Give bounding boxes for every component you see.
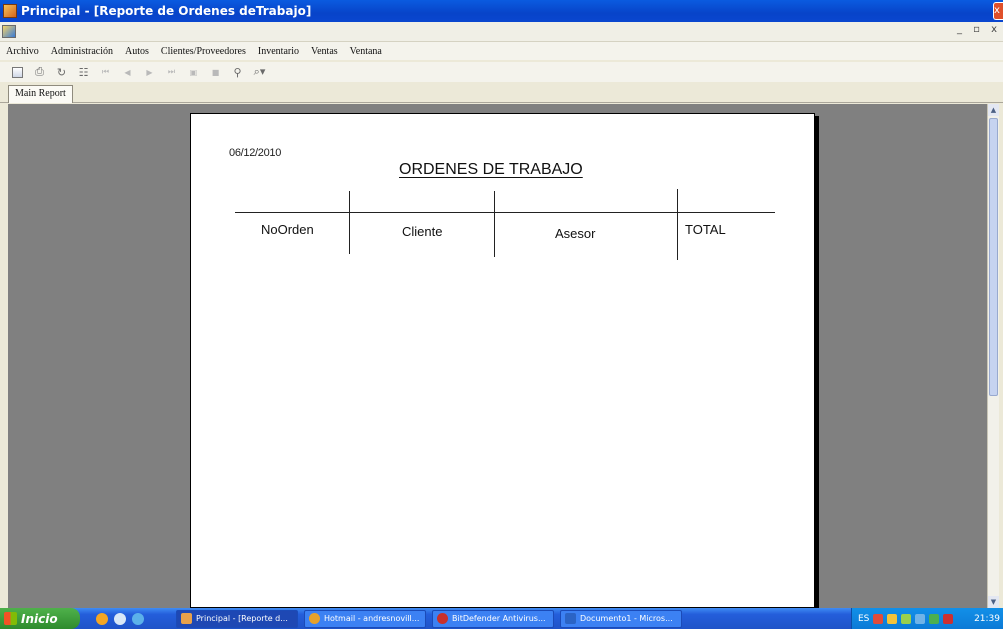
menu-autos[interactable]: Autos <box>125 46 149 57</box>
menu-archivo[interactable]: Archivo <box>6 46 39 57</box>
start-button[interactable]: Inicio <box>0 608 80 629</box>
scroll-thumb[interactable] <box>989 118 998 396</box>
taskbar-item-label: BitDefender Antivirus... <box>452 614 546 623</box>
application-window: Principal - [Reporte de Ordenes deTrabaj… <box>0 0 1003 629</box>
mdi-window-controls[interactable]: _ ▫ x <box>957 24 1001 35</box>
report-viewer[interactable]: 06/12/2010 ORDENES DE TRABAJO NoOrden Cl… <box>8 104 987 608</box>
tray-icon[interactable] <box>887 613 898 624</box>
app-icon <box>181 613 192 624</box>
system-tray: ES 21:39 <box>851 608 1003 629</box>
taskbar-item[interactable]: Hotmail - andresnovill... <box>304 609 426 628</box>
column-divider <box>677 189 678 260</box>
taskbar-item-label: Hotmail - andresnovill... <box>324 614 420 623</box>
taskbar-item[interactable]: Principal - [Reporte d... <box>176 609 298 628</box>
stop-icon[interactable]: ■ <box>207 65 224 80</box>
window-title: Principal - [Reporte de Ordenes deTrabaj… <box>21 4 312 18</box>
group-tree-icon[interactable]: ☷ <box>75 65 92 80</box>
report-title: ORDENES DE TRABAJO <box>399 161 583 178</box>
report-toolbar: ⎙ ↻ ☷ ⏮ ◀ ▶ ⏭ ▣ ■ ⚲ ⌕▾ <box>0 62 1003 82</box>
bitdefender-icon <box>437 613 448 624</box>
taskbar-item[interactable]: BitDefender Antivirus... <box>432 609 554 628</box>
column-header-cliente: Cliente <box>402 224 443 239</box>
column-divider <box>349 191 350 254</box>
header-underline <box>235 212 775 213</box>
search-icon[interactable]: ⚲ <box>229 65 246 80</box>
word-icon <box>565 613 576 624</box>
windows-logo-icon <box>4 612 17 625</box>
menu-ventana[interactable]: Ventana <box>350 46 382 57</box>
column-header-noorden: NoOrden <box>261 222 314 237</box>
scroll-down-icon[interactable]: ▼ <box>988 596 999 608</box>
chrome-icon[interactable] <box>114 612 126 625</box>
last-page-icon[interactable]: ⏭ <box>163 65 180 80</box>
taskbar: Inicio Principal - [Reporte d... Hotmail… <box>0 608 1003 629</box>
menu-ventas[interactable]: Ventas <box>311 46 338 57</box>
mdi-child-bar: _ ▫ x <box>0 22 1003 42</box>
app-icon <box>3 4 17 18</box>
start-label: Inicio <box>21 611 58 626</box>
column-divider <box>494 191 495 257</box>
report-page: 06/12/2010 ORDENES DE TRABAJO NoOrden Cl… <box>190 113 815 608</box>
menu-inventario[interactable]: Inventario <box>258 46 299 57</box>
print-icon[interactable]: ⎙ <box>31 65 48 80</box>
report-date: 06/12/2010 <box>229 147 282 159</box>
close-icon[interactable]: x <box>993 2 1003 20</box>
document-icon[interactable] <box>2 25 16 38</box>
tab-main-report[interactable]: Main Report <box>8 85 73 103</box>
taskbar-item-label: Documento1 - Micros... <box>580 614 673 623</box>
zoom-icon[interactable]: ⌕▾ <box>251 65 268 80</box>
goto-page-icon[interactable]: ▣ <box>185 65 202 80</box>
taskbar-item[interactable]: Documento1 - Micros... <box>560 609 682 628</box>
firefox-icon[interactable] <box>96 612 108 625</box>
title-bar[interactable]: Principal - [Reporte de Ordenes deTrabaj… <box>0 0 1003 22</box>
page-shadow <box>815 116 819 608</box>
menu-administracion[interactable]: Administración <box>51 46 113 57</box>
scroll-up-icon[interactable]: ▲ <box>988 104 999 116</box>
internet-explorer-icon[interactable] <box>132 612 144 625</box>
tray-icon[interactable] <box>873 613 884 624</box>
refresh-icon[interactable]: ↻ <box>53 65 70 80</box>
next-page-icon[interactable]: ▶ <box>141 65 158 80</box>
column-header-asesor: Asesor <box>555 226 596 241</box>
clock[interactable]: 21:39 <box>974 614 1000 624</box>
language-indicator[interactable]: ES <box>858 614 869 624</box>
previous-page-icon[interactable]: ◀ <box>119 65 136 80</box>
column-header-total: TOTAL <box>685 222 726 237</box>
tray-icon[interactable] <box>943 613 954 624</box>
vertical-scrollbar[interactable]: ▲ ▼ <box>987 104 999 608</box>
menu-bar: Archivo Administración Autos Clientes/Pr… <box>0 42 1003 60</box>
quick-launch <box>96 612 176 625</box>
export-icon[interactable] <box>9 65 26 80</box>
taskbar-item-label: Principal - [Reporte d... <box>196 614 288 623</box>
first-page-icon[interactable]: ⏮ <box>97 65 114 80</box>
messenger-icon <box>309 613 320 624</box>
tray-icon[interactable] <box>901 613 912 624</box>
menu-clientes-proveedores[interactable]: Clientes/Proveedores <box>161 46 246 57</box>
tray-icon[interactable] <box>929 613 940 624</box>
tray-icon[interactable] <box>915 613 926 624</box>
report-tab-strip: Main Report <box>0 84 1003 103</box>
